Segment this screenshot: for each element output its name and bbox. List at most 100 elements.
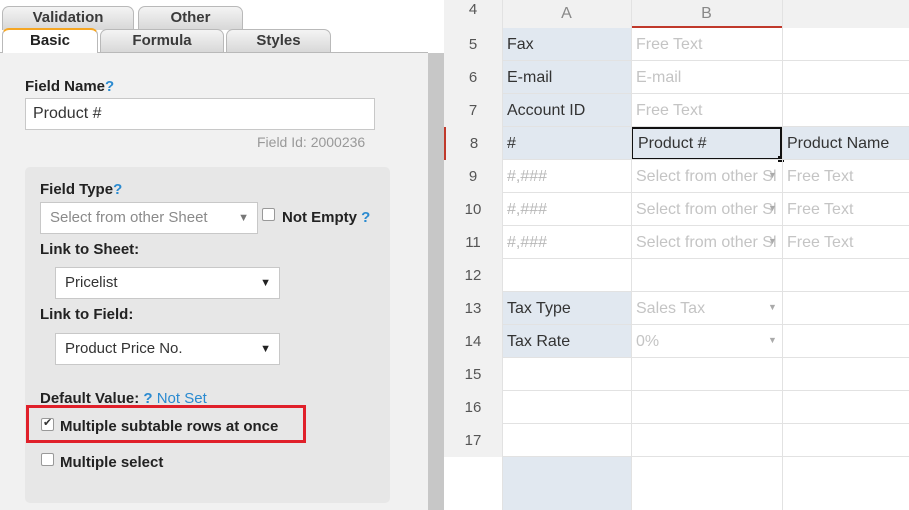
cell-a[interactable]: #,### <box>502 193 631 226</box>
tab-validation[interactable]: Validation <box>2 6 134 30</box>
cell-c[interactable] <box>782 325 909 358</box>
row-number[interactable]: 16 <box>444 391 502 424</box>
link-to-field-selected: Product Price No. <box>65 340 183 357</box>
cell-a[interactable]: Fax <box>502 28 631 61</box>
cell-c[interactable] <box>782 292 909 325</box>
cell-c[interactable]: Free Text <box>782 193 909 226</box>
row-number[interactable]: 13 <box>444 292 502 325</box>
cell-b[interactable] <box>631 391 782 424</box>
cell-c[interactable] <box>782 94 909 127</box>
link-to-field-select[interactable]: Product Price No. ▼ <box>55 333 280 365</box>
grid-line <box>782 0 783 510</box>
link-to-sheet-selected: Pricelist <box>65 274 118 291</box>
cell-b[interactable] <box>631 424 782 457</box>
multiple-select-label: Multiple select <box>60 454 164 471</box>
multiple-select-checkbox[interactable] <box>41 453 54 466</box>
chevron-down-icon[interactable]: ▼ <box>768 302 777 312</box>
cell-b[interactable] <box>631 358 782 391</box>
cell-a[interactable]: #,### <box>502 226 631 259</box>
tab-formula[interactable]: Formula <box>100 29 224 53</box>
spreadsheet-grid: 4 A B 5 Fax Free Text 6 E-mail E-mail 7 Account… <box>444 0 909 510</box>
chevron-down-icon[interactable]: ▼ <box>768 335 777 345</box>
chevron-down-icon: ▼ <box>238 212 249 224</box>
field-type-select[interactable]: Select from other Sheet ▼ <box>40 202 258 234</box>
cell-c[interactable] <box>782 391 909 424</box>
cell-b[interactable]: Select from other Sl <box>631 193 782 226</box>
row-number[interactable]: 15 <box>444 358 502 391</box>
row-number[interactable]: 14 <box>444 325 502 358</box>
tab-basic[interactable]: Basic <box>2 28 98 53</box>
chevron-down-icon[interactable]: ▼ <box>768 170 777 180</box>
row-number[interactable]: 17 <box>444 424 502 457</box>
cell-c[interactable] <box>782 28 909 61</box>
field-type-label-text: Field Type <box>40 181 114 198</box>
column-header-c <box>782 0 909 28</box>
cell-a[interactable] <box>502 424 631 457</box>
row-number[interactable]: 12 <box>444 259 502 292</box>
cell-b[interactable]: Select from other Sl <box>631 160 782 193</box>
link-to-sheet-select[interactable]: Pricelist ▼ <box>55 267 280 299</box>
multiple-subtable-checkbox[interactable] <box>41 416 54 431</box>
chevron-down-icon[interactable]: ▼ <box>768 203 777 213</box>
field-name-input[interactable]: Product # <box>25 98 375 130</box>
cell-a[interactable]: Account ID <box>502 94 631 127</box>
not-empty-label-text: Not Empty <box>282 209 357 226</box>
cell-a[interactable]: E-mail <box>502 61 631 94</box>
tab-other[interactable]: Other <box>138 6 243 30</box>
link-to-sheet-label: Link to Sheet: <box>40 241 140 258</box>
grid-line <box>631 0 632 510</box>
cell-a[interactable]: Tax Rate <box>502 325 631 358</box>
cell-a[interactable] <box>502 259 631 292</box>
panel-scrollbar[interactable] <box>428 53 444 510</box>
cell-a[interactable]: #,### <box>502 160 631 193</box>
cell-a[interactable] <box>502 391 631 424</box>
link-to-field-label: Link to Field: <box>40 306 134 323</box>
row-number[interactable]: 6 <box>444 61 502 94</box>
cell-c[interactable] <box>782 61 909 94</box>
chevron-down-icon: ▼ <box>260 277 271 289</box>
row-number-4: 4 <box>444 0 502 28</box>
cell-a[interactable]: Tax Type <box>502 292 631 325</box>
row-number[interactable]: 5 <box>444 28 502 61</box>
field-type-label: Field Type? <box>40 181 122 198</box>
cell-c[interactable] <box>782 424 909 457</box>
row-number[interactable]: 11 <box>444 226 502 259</box>
cell-c[interactable] <box>782 358 909 391</box>
field-id: Field Id: 2000236 <box>257 134 366 150</box>
row-number[interactable]: 7 <box>444 94 502 127</box>
column-header-a[interactable]: A <box>502 0 631 28</box>
cell-c[interactable]: Product Name <box>782 127 909 160</box>
not-empty-help-icon[interactable]: ? <box>361 209 370 226</box>
cell-c[interactable]: Free Text <box>782 226 909 259</box>
cell-b[interactable]: Free Text <box>631 94 782 127</box>
cell-a[interactable]: # <box>502 127 631 160</box>
cell-b[interactable] <box>631 259 782 292</box>
not-empty-label: Not Empty ? <box>282 209 370 226</box>
cell-b[interactable]: 0% <box>631 325 782 358</box>
tab-styles[interactable]: Styles <box>226 29 331 53</box>
row-number[interactable]: 8 <box>444 127 502 160</box>
row-number[interactable]: 9 <box>444 160 502 193</box>
column-header-b[interactable]: B <box>631 0 782 28</box>
cell-a[interactable] <box>502 358 631 391</box>
cell-b[interactable]: Sales Tax <box>631 292 782 325</box>
field-type-help-icon[interactable]: ? <box>113 181 122 198</box>
multiple-subtable-label: Multiple subtable rows at once <box>60 418 279 435</box>
field-type-selected: Select from other Sheet <box>50 209 208 226</box>
cell-b[interactable]: Select from other Sl <box>631 226 782 259</box>
cell-c[interactable]: Free Text <box>782 160 909 193</box>
field-name-label-text: Field Name <box>25 78 106 95</box>
grid-line <box>502 0 503 510</box>
field-name-label: Field Name? <box>25 78 114 95</box>
cell-b[interactable]: E-mail <box>631 61 782 94</box>
column-a-band <box>502 457 631 510</box>
not-empty-checkbox[interactable] <box>262 208 275 221</box>
chevron-down-icon: ▼ <box>260 343 271 355</box>
chevron-down-icon[interactable]: ▼ <box>768 236 777 246</box>
cell-c[interactable] <box>782 259 909 292</box>
row-number[interactable]: 10 <box>444 193 502 226</box>
field-properties-panel: Validation Other Basic Formula Styles Fi… <box>0 0 444 510</box>
cell-b[interactable]: Free Text <box>631 28 782 61</box>
selected-cell-b8[interactable]: Product # <box>631 127 782 160</box>
field-name-help-icon[interactable]: ? <box>105 78 114 95</box>
